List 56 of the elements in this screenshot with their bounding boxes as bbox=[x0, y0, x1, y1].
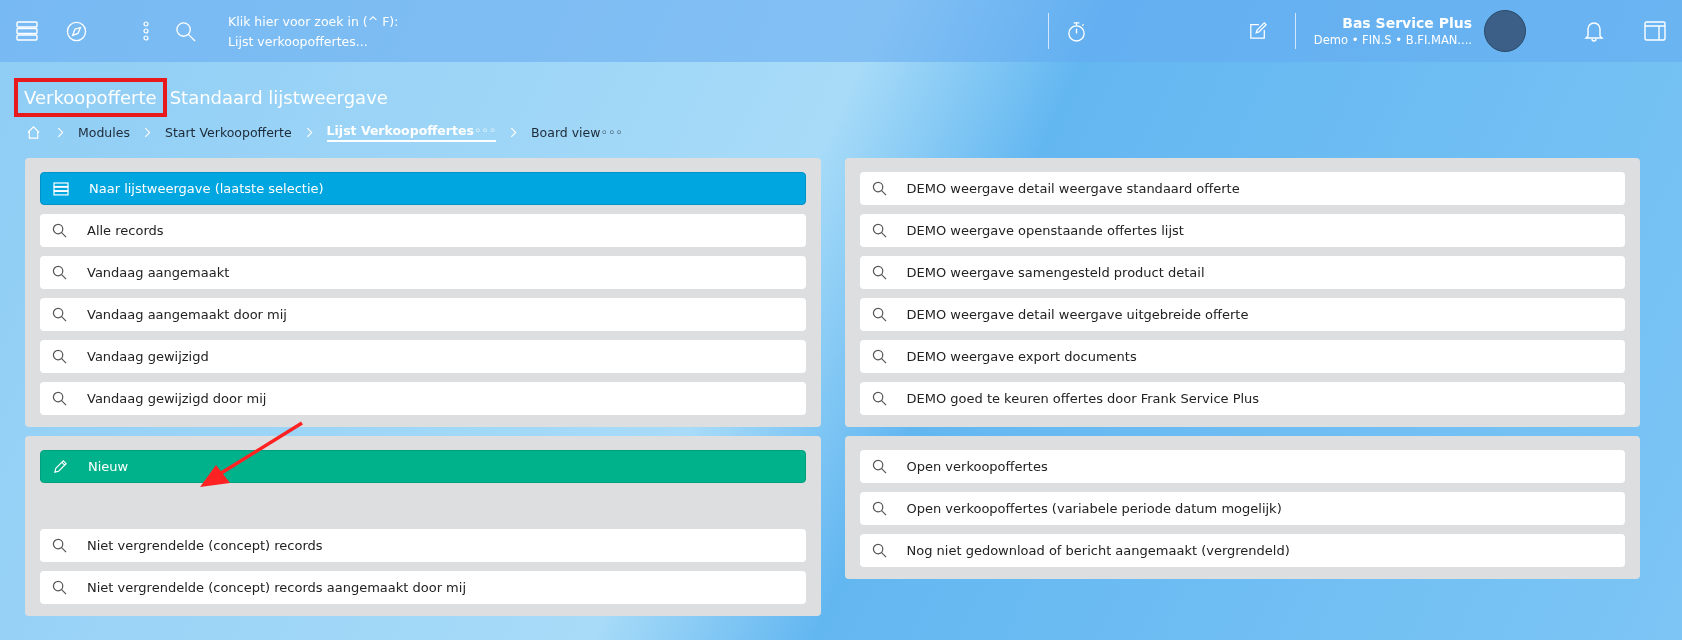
menu-item[interactable]: Alle records bbox=[40, 214, 806, 247]
stopwatch-icon[interactable] bbox=[1067, 20, 1086, 42]
menu-item[interactable]: DEMO weergave detail weergave standaard offerte bbox=[859, 172, 1625, 205]
search-icon bbox=[52, 580, 67, 595]
breadcrumb-link[interactable]: Board view◦◦◦ bbox=[531, 125, 623, 140]
user-details: Demo • FIN.S • B.FI.MAN.... bbox=[1313, 33, 1472, 47]
search-icon bbox=[871, 543, 887, 558]
menu-item[interactable]: Vandaag gewijzigd bbox=[40, 340, 806, 373]
search-icon bbox=[52, 223, 67, 238]
search-icon bbox=[52, 307, 67, 322]
search-icon bbox=[871, 181, 887, 196]
home-icon[interactable] bbox=[26, 125, 41, 140]
chevron-icon bbox=[510, 127, 517, 138]
chevron-icon bbox=[143, 127, 151, 138]
bell-icon[interactable] bbox=[1584, 20, 1604, 42]
search-icon bbox=[52, 391, 67, 406]
chevron-icon bbox=[305, 127, 313, 138]
menu-item[interactable]: Niet vergrendelde (concept) records aangemaakt door mij bbox=[40, 571, 806, 604]
search-icon[interactable] bbox=[175, 20, 196, 42]
menu-item[interactable]: Niet vergrendelde (concept) records bbox=[40, 529, 806, 562]
page-title-highlight: Verkoopofferte bbox=[14, 78, 167, 117]
menu-item[interactable]: Open verkoopoffertes bbox=[859, 450, 1625, 483]
search-icon bbox=[871, 223, 887, 238]
breadcrumb-link[interactable]: Modules bbox=[78, 125, 130, 140]
menu-icon[interactable] bbox=[16, 21, 38, 41]
search-icon bbox=[871, 265, 887, 280]
search-context: Lijst verkoopoffertes... bbox=[228, 33, 369, 49]
more-icon[interactable] bbox=[143, 21, 149, 41]
page-title: Standaard lijstweergave bbox=[169, 87, 388, 108]
search-icon bbox=[52, 538, 67, 553]
avatar[interactable] bbox=[1484, 10, 1526, 52]
menu-item[interactable]: DEMO goed te keuren offertes door Frank Service Plus bbox=[859, 382, 1625, 415]
menu-item[interactable]: Vandaag gewijzigd door mij bbox=[40, 382, 806, 415]
window-icon[interactable] bbox=[1644, 21, 1666, 41]
list-icon bbox=[53, 181, 69, 196]
menu-item[interactable]: DEMO weergave detail weergave uitgebreide offerte bbox=[859, 298, 1625, 331]
search-icon bbox=[871, 349, 887, 364]
user-name: Bas Service Plus bbox=[1342, 15, 1472, 31]
menu-item[interactable]: Vandaag aangemaakt bbox=[40, 256, 806, 289]
search-icon bbox=[871, 307, 887, 322]
menu-item[interactable]: Open verkoopoffertes (variabele periode datum mogelijk) bbox=[859, 492, 1625, 525]
menu-item[interactable]: Vandaag aangemaakt door mij bbox=[40, 298, 806, 331]
search-icon bbox=[871, 391, 887, 406]
search-icon bbox=[52, 349, 67, 364]
chevron-icon bbox=[57, 127, 64, 138]
menu-item[interactable]: DEMO weergave openstaande offertes lijst bbox=[859, 214, 1625, 247]
compass-icon[interactable] bbox=[66, 20, 87, 42]
search-icon bbox=[871, 501, 887, 516]
menu-item[interactable]: DEMO weergave samengesteld product detail bbox=[859, 256, 1625, 289]
pencil-icon bbox=[53, 459, 68, 474]
menu-item[interactable]: Nog niet gedownload of bericht aangemaakt (vergrendeld) bbox=[859, 534, 1625, 567]
edit-icon[interactable] bbox=[1248, 22, 1267, 40]
search-icon bbox=[871, 459, 887, 474]
menu-item[interactable]: DEMO weergave export documents bbox=[859, 340, 1625, 373]
breadcrumb-link[interactable]: Start Verkoopofferte bbox=[164, 125, 292, 140]
search-icon bbox=[52, 265, 67, 280]
